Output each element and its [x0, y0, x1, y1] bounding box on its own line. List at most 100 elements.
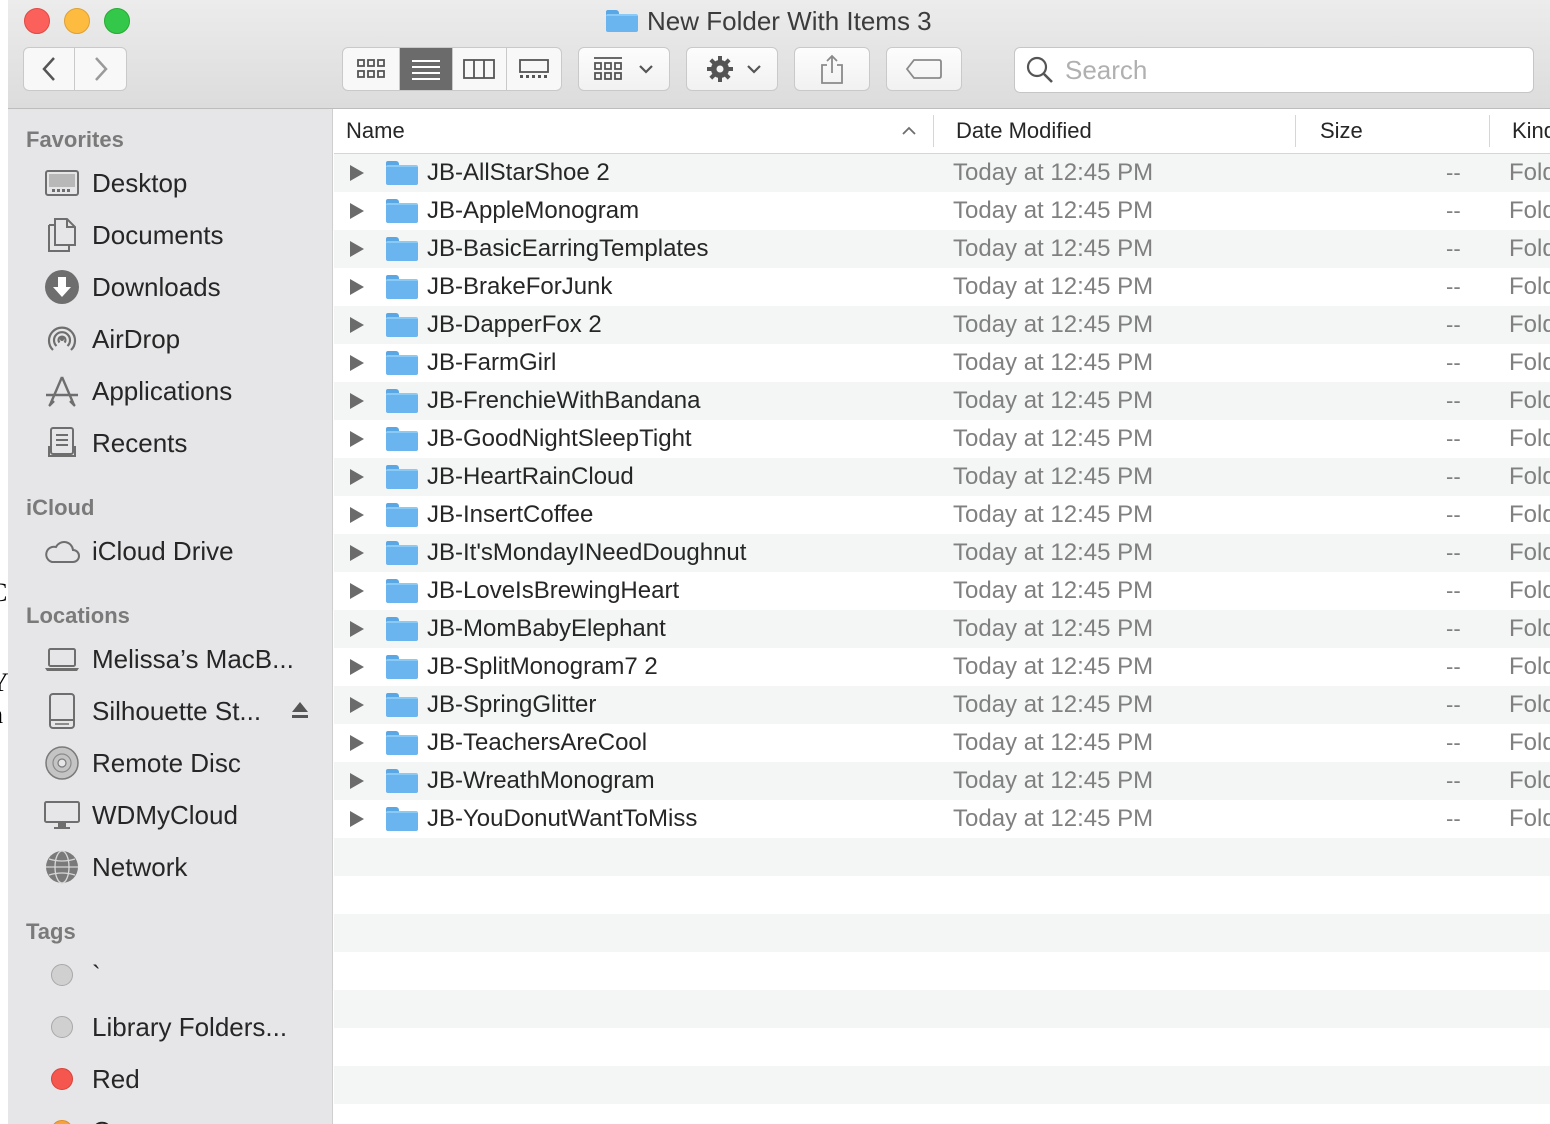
column-header-size-label: Size [1320, 118, 1363, 143]
file-name: JB-GoodNightSleepTight [427, 425, 692, 452]
sidebar-item-documents[interactable]: Documents [42, 213, 327, 257]
sidebar-item-network[interactable]: Network [42, 845, 327, 889]
table-row[interactable]: JB-InsertCoffee Today at 12:45 PM -- Folder [334, 496, 1550, 534]
eject-icon[interactable] [290, 700, 310, 720]
table-row[interactable]: JB-AppleMonogram Today at 12:45 PM -- Folde… [334, 192, 1550, 230]
file-name: JB-It'sMondayINeedDoughnut [427, 539, 747, 566]
search-placeholder: Search [1065, 54, 1148, 85]
file-date-modified: Today at 12:45 PM [953, 501, 1154, 528]
disclosure-triangle-icon[interactable] [350, 393, 364, 409]
column-header-size[interactable]: Size [1320, 109, 1485, 153]
file-date-modified: Today at 12:45 PM [953, 767, 1154, 794]
table-row[interactable]: JB-BasicEarringTemplates Today at 12:45 P… [334, 230, 1550, 268]
folder-icon [386, 427, 418, 451]
table-row[interactable]: JB-GoodNightSleepTight Today at 12:45 PM -… [334, 420, 1550, 458]
folder-icon [386, 731, 418, 755]
empty-row [334, 914, 1550, 952]
zoom-window-button[interactable] [104, 8, 130, 34]
disclosure-triangle-icon[interactable] [350, 583, 364, 599]
back-button[interactable] [24, 48, 76, 90]
table-row[interactable]: JB-AllStarShoe 2 Today at 12:45 PM -- Folde… [334, 154, 1550, 192]
file-size: -- [1446, 730, 1461, 755]
table-row[interactable]: JB-It'sMondayINeedDoughnut Today at 12:45… [334, 534, 1550, 572]
disclosure-triangle-icon[interactable] [350, 811, 364, 827]
sidebar-item-tag-backtick[interactable]: ` [42, 953, 327, 997]
table-row[interactable]: JB-MomBabyElephant Today at 12:45 PM -- Fol… [334, 610, 1550, 648]
file-name: JB-DapperFox 2 [427, 311, 602, 338]
column-header-kind[interactable]: Kind [1512, 109, 1550, 153]
minimize-window-button[interactable] [64, 8, 90, 34]
sidebar-item-tag-red[interactable]: Red [42, 1057, 327, 1101]
column-view-button[interactable] [453, 48, 507, 90]
group-by-button[interactable] [578, 47, 670, 91]
disclosure-triangle-icon[interactable] [350, 773, 364, 789]
table-row[interactable]: JB-LoveIsBrewingHeart Today at 12:45 PM --… [334, 572, 1550, 610]
documents-icon [42, 215, 82, 255]
table-row[interactable]: JB-FrenchieWithBandana Today at 12:45 PM -… [334, 382, 1550, 420]
folder-icon [386, 503, 418, 527]
disclosure-triangle-icon[interactable] [350, 431, 364, 447]
background-text: C [0, 578, 7, 608]
disclosure-triangle-icon[interactable] [350, 317, 364, 333]
table-row[interactable]: JB-FarmGirl Today at 12:45 PM -- Folder [334, 344, 1550, 382]
disclosure-triangle-icon[interactable] [350, 355, 364, 371]
close-window-button[interactable] [24, 8, 50, 34]
sidebar-item-downloads[interactable]: Downloads [42, 265, 327, 309]
disclosure-triangle-icon[interactable] [350, 203, 364, 219]
file-date-modified: Today at 12:45 PM [953, 235, 1154, 262]
table-row[interactable]: JB-YouDonutWantToMiss Today at 12:45 PM --… [334, 800, 1550, 838]
file-size: -- [1446, 578, 1461, 603]
icon-view-button[interactable] [343, 48, 401, 90]
tag-red-icon [42, 1059, 82, 1099]
disclosure-triangle-icon[interactable] [350, 659, 364, 675]
sidebar-item-applications[interactable]: Applications [42, 369, 327, 413]
sidebar-item-macbook[interactable]: Melissa’s MacB... [42, 637, 327, 681]
action-menu-button[interactable] [686, 47, 778, 91]
downloads-icon [42, 267, 82, 307]
sidebar-item-desktop[interactable]: Desktop [42, 161, 327, 205]
disclosure-triangle-icon[interactable] [350, 545, 364, 561]
table-row[interactable]: JB-BrakeForJunk Today at 12:45 PM -- Folder [334, 268, 1550, 306]
disclosure-triangle-icon[interactable] [350, 621, 364, 637]
table-row[interactable]: JB-SpringGlitter Today at 12:45 PM -- Folde… [334, 686, 1550, 724]
sidebar-item-silhouette-studio[interactable]: Silhouette St... [42, 689, 327, 733]
disclosure-triangle-icon[interactable] [350, 279, 364, 295]
gallery-view-button[interactable] [507, 48, 562, 90]
sidebar-item-airdrop[interactable]: AirDrop [42, 317, 327, 361]
file-kind: Folder [1509, 729, 1550, 756]
monitor-icon [42, 795, 82, 835]
disclosure-triangle-icon[interactable] [350, 165, 364, 181]
search-field[interactable]: Search [1014, 47, 1534, 93]
disclosure-triangle-icon[interactable] [350, 507, 364, 523]
file-name: JB-HeartRainCloud [427, 463, 634, 490]
disclosure-triangle-icon[interactable] [350, 241, 364, 257]
sidebar-item-wdmycloud[interactable]: WDMyCloud [42, 793, 327, 837]
sidebar-item-remote-disc[interactable]: Remote Disc [42, 741, 327, 785]
file-date-modified: Today at 12:45 PM [953, 539, 1154, 566]
file-name: JB-MomBabyElephant [427, 615, 666, 642]
disclosure-triangle-icon[interactable] [350, 697, 364, 713]
tag-gray-icon [42, 1007, 82, 1047]
disclosure-triangle-icon[interactable] [350, 735, 364, 751]
applications-icon [42, 371, 82, 411]
column-header-name[interactable]: Name [346, 109, 931, 153]
forward-button[interactable] [75, 48, 126, 90]
file-name: JB-TeachersAreCool [427, 729, 648, 756]
list-view-button[interactable] [400, 48, 453, 90]
table-row[interactable]: JB-TeachersAreCool Today at 12:45 PM -- Fol… [334, 724, 1550, 762]
sidebar-item-icloud-drive[interactable]: iCloud Drive [42, 529, 327, 573]
sidebar-item-tag-library-folders[interactable]: Library Folders... [42, 1005, 327, 1049]
sidebar-item-tag-orange[interactable]: O [42, 1109, 327, 1124]
table-row[interactable]: JB-HeartRainCloud Today at 12:45 PM -- Fold… [334, 458, 1550, 496]
column-header-name-label: Name [346, 118, 405, 143]
share-button[interactable] [794, 47, 870, 91]
table-row[interactable]: JB-DapperFox 2 Today at 12:45 PM -- Folder [334, 306, 1550, 344]
table-row[interactable]: JB-SplitMonogram7 2 Today at 12:45 PM -- Fo… [334, 648, 1550, 686]
edit-tags-button[interactable] [886, 47, 962, 91]
sidebar-heading-icloud: iCloud [26, 495, 95, 520]
column-header-date-modified[interactable]: Date Modified [956, 109, 1291, 153]
empty-row [334, 838, 1550, 876]
sidebar-item-recents[interactable]: Recents [42, 421, 327, 465]
table-row[interactable]: JB-WreathMonogram Today at 12:45 PM -- Fold… [334, 762, 1550, 800]
disclosure-triangle-icon[interactable] [350, 469, 364, 485]
